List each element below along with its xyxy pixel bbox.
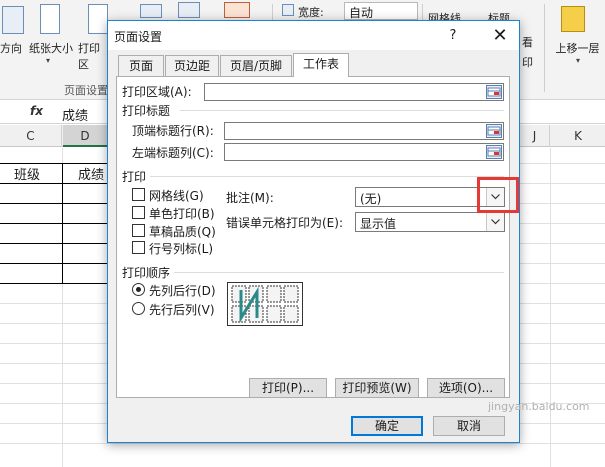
close-icon: ✕	[492, 25, 508, 46]
gridlines-checkbox[interactable]	[132, 188, 145, 201]
print-titles-icon	[224, 2, 250, 18]
comments-dropdown-button[interactable]	[486, 188, 504, 206]
view-label: 看	[522, 36, 533, 49]
cell-errors-dropdown-button[interactable]	[486, 213, 504, 231]
cell-errors-label: 错误单元格打印为(E):	[226, 216, 343, 230]
print-area-label: 打印区域(A):	[122, 85, 192, 99]
comments-label: 批注(M):	[226, 191, 274, 205]
tab-header-footer[interactable]: 页眉/页脚	[220, 55, 292, 76]
dialog-title: 页面设置	[114, 30, 163, 44]
page-order-label: 打印顺序	[122, 266, 171, 280]
over-then-down-radio[interactable]	[132, 302, 145, 315]
range-picker-button[interactable]	[486, 124, 502, 138]
column-header-c[interactable]: C	[0, 125, 62, 147]
range-picker-button[interactable]	[486, 85, 502, 99]
print-titles-label: 打印标题	[122, 104, 171, 118]
cols-to-repeat-label: 左端标题列(C):	[132, 146, 214, 160]
chevron-down-icon: ▾	[46, 56, 51, 65]
print-area-button[interactable]: 打印区	[78, 40, 110, 72]
cell-errors-select-value: 显示值	[360, 217, 397, 231]
tab-page[interactable]: 页面	[118, 55, 164, 76]
comments-select[interactable]: (无)	[355, 187, 505, 207]
print-label: 印	[522, 56, 533, 69]
cols-to-repeat-input[interactable]	[224, 143, 504, 161]
cell-score-header[interactable]: 成绩	[78, 164, 104, 183]
formula-input[interactable]: 成绩	[62, 105, 88, 124]
bring-forward-button[interactable]: 上移一层	[550, 40, 605, 56]
print-section-label: 打印	[122, 170, 147, 184]
black-and-white-checkbox[interactable]	[132, 206, 145, 219]
print-button[interactable]: 打印(P)...	[249, 378, 327, 398]
range-picker-icon	[487, 147, 501, 157]
over-then-down-label: 先行后列(V)	[149, 303, 215, 317]
draft-quality-checkbox-label: 草稿品质(Q)	[149, 225, 216, 239]
column-header-j[interactable]: J	[520, 125, 550, 147]
close-button[interactable]: ✕	[488, 25, 512, 47]
print-area-icon	[88, 4, 108, 34]
chevron-down-icon	[491, 194, 500, 200]
page-setup-dialog: 页面设置 ? ✕ 页面 页边距 页眉/页脚 工作表 打印区域(A): 打印标题 …	[107, 20, 520, 443]
cell-errors-select[interactable]: 显示值	[355, 212, 505, 232]
paper-size-icon	[40, 4, 60, 34]
column-header-k[interactable]: K	[551, 125, 605, 147]
tab-sheet[interactable]: 工作表	[293, 53, 349, 77]
cancel-button[interactable]: 取消	[433, 416, 505, 436]
dialog-titlebar[interactable]: 页面设置 ? ✕	[108, 21, 519, 50]
comments-select-value: (无)	[360, 192, 382, 206]
rows-to-repeat-input[interactable]	[224, 122, 504, 140]
watermark-text: jingyan.baidu.com	[488, 400, 590, 413]
options-button[interactable]: 选项(O)...	[427, 378, 505, 398]
group-label-page-setup: 页面设置	[64, 84, 108, 97]
range-picker-icon	[487, 126, 501, 136]
print-area-input[interactable]	[204, 83, 504, 101]
orientation-button[interactable]: 方向	[0, 40, 26, 56]
page-order-preview-icon	[227, 282, 303, 326]
row-col-headings-checkbox-label: 行号列标(L)	[149, 242, 214, 256]
chevron-down-icon	[491, 219, 500, 225]
chevron-down-icon: ▾	[576, 56, 581, 65]
width-icon	[282, 4, 294, 16]
breaks-icon	[140, 4, 162, 18]
width-select[interactable]: 自动	[344, 2, 418, 20]
paper-size-button[interactable]: 纸张大小	[26, 40, 76, 56]
fx-icon[interactable]: fx	[30, 104, 43, 118]
draft-quality-checkbox[interactable]	[132, 224, 145, 237]
ok-button[interactable]: 确定	[351, 416, 423, 436]
background-icon	[178, 2, 200, 18]
group-separator	[544, 4, 545, 92]
cell-class-header[interactable]: 班级	[14, 164, 40, 183]
down-then-over-label: 先列后行(D)	[149, 284, 216, 298]
rows-to-repeat-label: 顶端标题行(R):	[132, 124, 214, 138]
range-picker-icon	[487, 87, 501, 97]
help-button[interactable]: ?	[442, 26, 464, 46]
gridlines-checkbox-label: 网格线(G)	[149, 189, 204, 203]
print-preview-button[interactable]: 打印预览(W)	[335, 378, 419, 398]
bring-forward-icon	[561, 6, 585, 32]
column-header-d[interactable]: D	[63, 125, 108, 147]
tab-margins[interactable]: 页边距	[165, 55, 219, 76]
range-picker-button[interactable]	[486, 145, 502, 159]
black-and-white-checkbox-label: 单色打印(B)	[149, 207, 215, 221]
down-then-over-radio[interactable]	[132, 283, 145, 296]
width-label: 宽度:	[298, 6, 324, 19]
orientation-icon	[2, 6, 24, 34]
row-col-headings-checkbox[interactable]	[132, 241, 145, 254]
